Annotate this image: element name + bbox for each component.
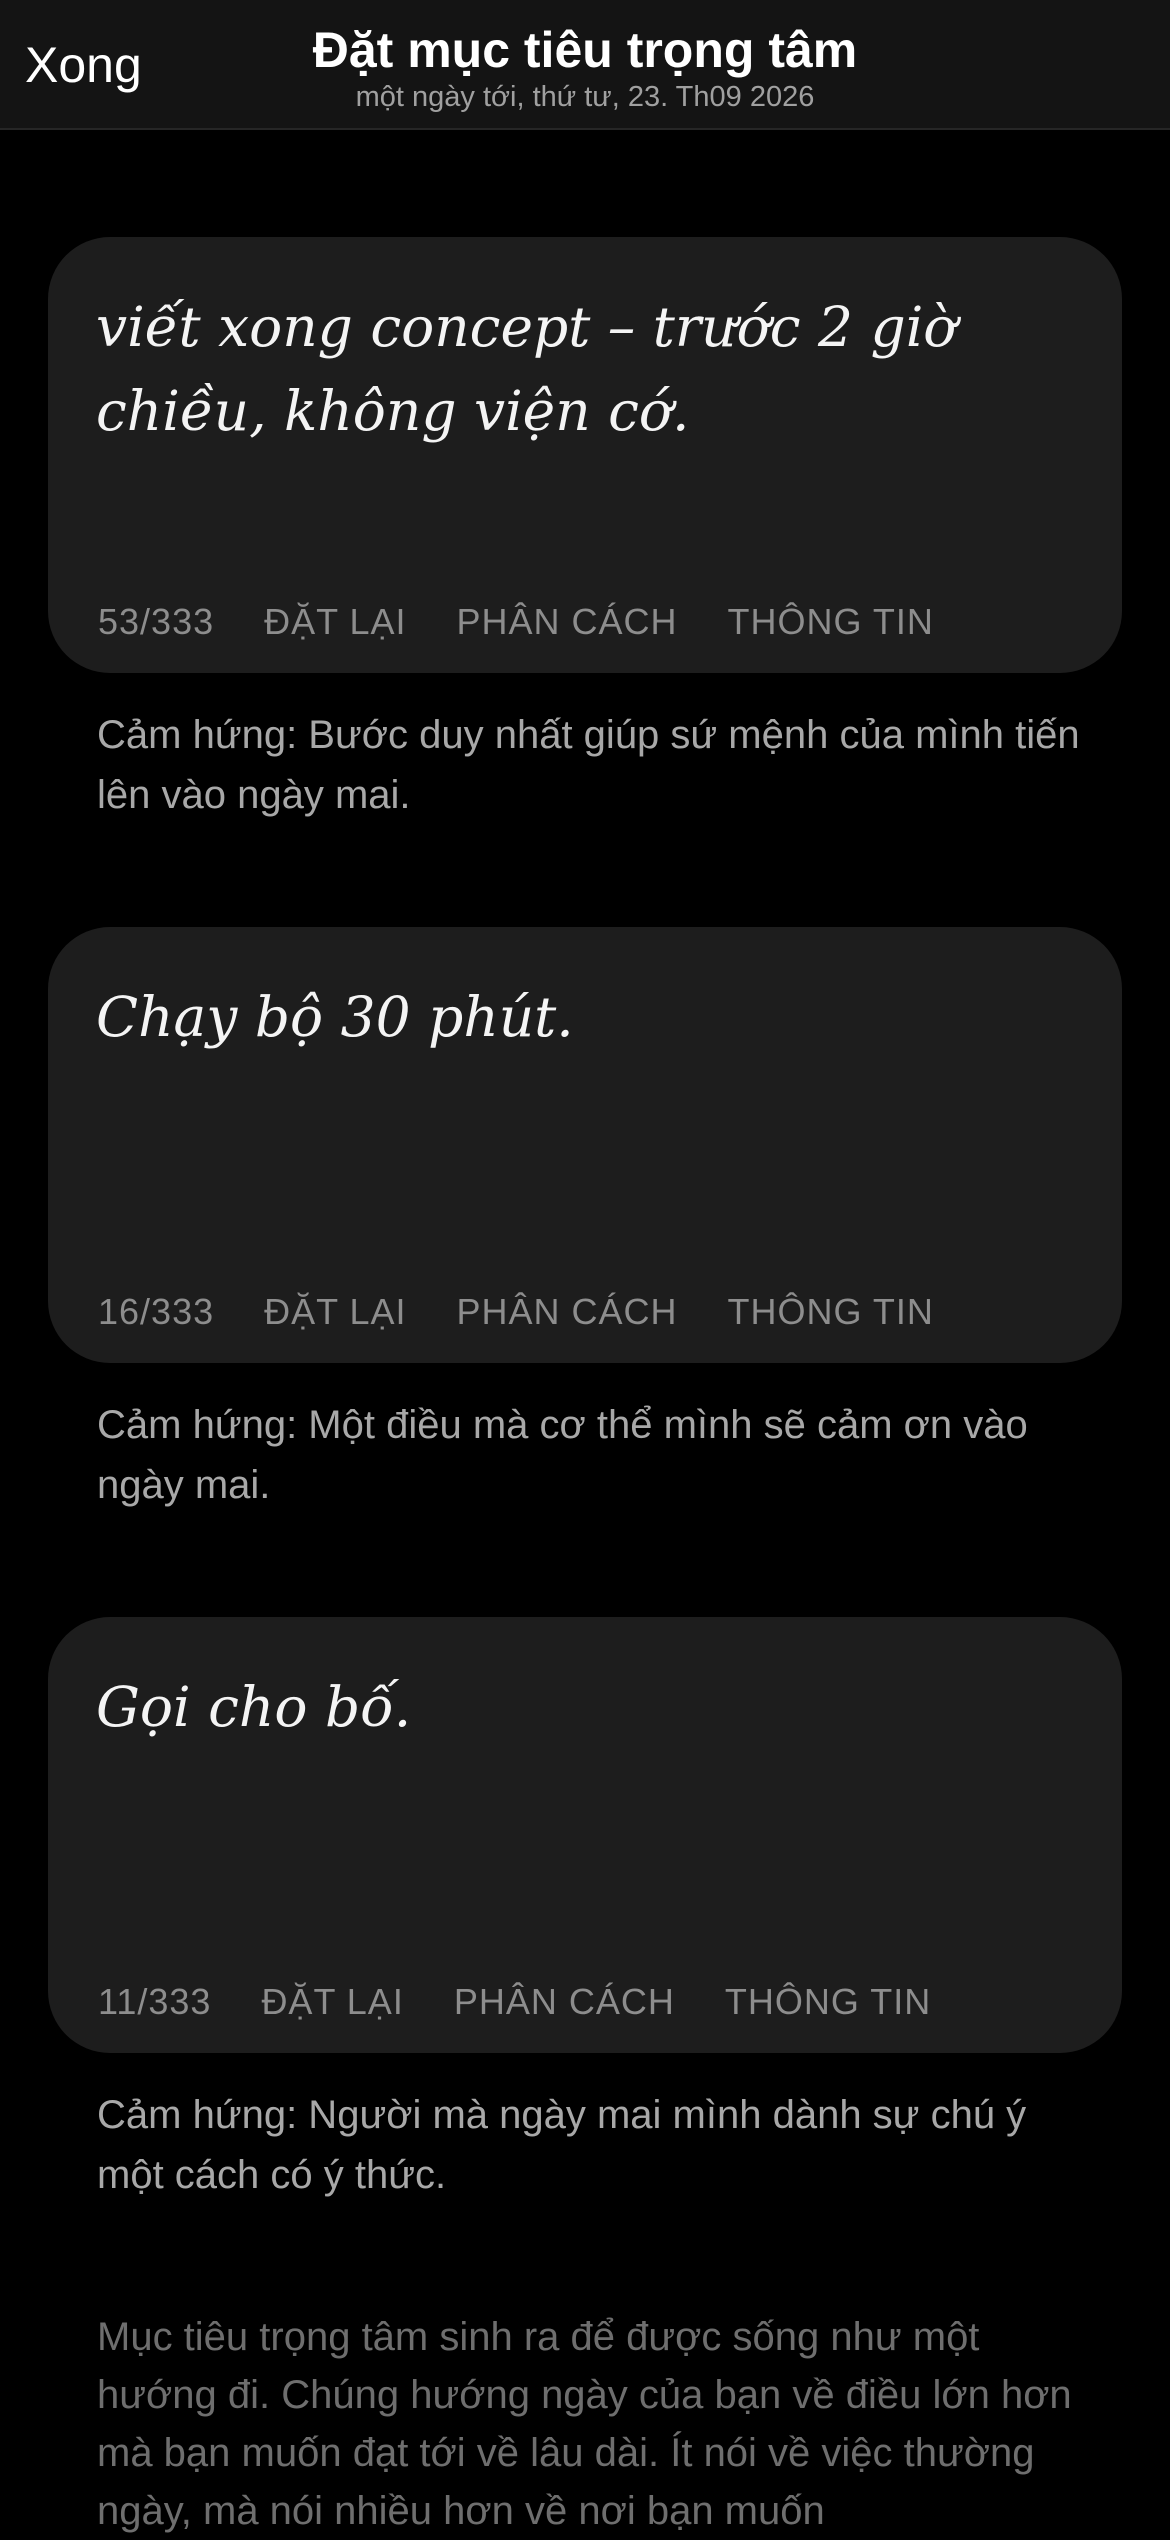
card-toolbar: 11/333 ĐẶT LẠI PHÂN CÁCH THÔNG TIN <box>98 1977 981 2027</box>
page-title: Đặt mục tiêu trọng tâm <box>312 22 858 78</box>
card-toolbar: 53/333 ĐẶT LẠI PHÂN CÁCH THÔNG TIN <box>98 597 984 647</box>
page-subtitle: một ngày tới, thứ tư, 23. Th09 2026 <box>355 81 815 113</box>
character-count: 16/333 <box>98 1291 215 1332</box>
inspiration-text-2: Cảm hứng: Một điều mà cơ thể mình sẽ cảm… <box>97 1403 1028 1507</box>
card-toolbar: 16/333 ĐẶT LẠI PHÂN CÁCH THÔNG TIN <box>98 1287 984 1337</box>
reset-button[interactable]: ĐẶT LẠI <box>264 1291 406 1333</box>
info-button[interactable]: THÔNG TIN <box>725 1981 931 2023</box>
separator-button[interactable]: PHÂN CÁCH <box>457 601 678 643</box>
goal-card-2[interactable]: Chạy bộ 30 phút. 16/333 ĐẶT LẠI PHÂN CÁC… <box>48 927 1122 1363</box>
reset-button[interactable]: ĐẶT LẠI <box>264 601 406 643</box>
inspiration-text-1: Cảm hứng: Bước duy nhất giúp sứ mệnh của… <box>97 713 1080 817</box>
info-button[interactable]: THÔNG TIN <box>728 1291 934 1333</box>
inspiration-text-3: Cảm hứng: Người mà ngày mai mình dành sự… <box>97 2093 1027 2197</box>
goal-card-1[interactable]: viết xong concept – trước 2 giờ chiều, k… <box>48 237 1122 673</box>
nav-header: Xong Đặt mục tiêu trọng tâm một ngày tới… <box>0 0 1170 130</box>
info-button[interactable]: THÔNG TIN <box>728 601 934 643</box>
goal-card-3[interactable]: Gọi cho bố. 11/333 ĐẶT LẠI PHÂN CÁCH THÔ… <box>48 1617 1122 2053</box>
reset-button[interactable]: ĐẶT LẠI <box>261 1981 403 2023</box>
separator-button[interactable]: PHÂN CÁCH <box>457 1291 678 1333</box>
footer-explanation: Mục tiêu trọng tâm sinh ra để được sống … <box>97 2315 1072 2533</box>
separator-button[interactable]: PHÂN CÁCH <box>454 1981 675 2023</box>
character-count: 11/333 <box>98 1981 212 2022</box>
goal-text-input[interactable]: Gọi cho bố. <box>96 1665 1076 1749</box>
goal-text-input[interactable]: viết xong concept – trước 2 giờ chiều, k… <box>96 285 1076 453</box>
goal-text-input[interactable]: Chạy bộ 30 phút. <box>96 975 1076 1059</box>
character-count: 53/333 <box>98 601 215 642</box>
